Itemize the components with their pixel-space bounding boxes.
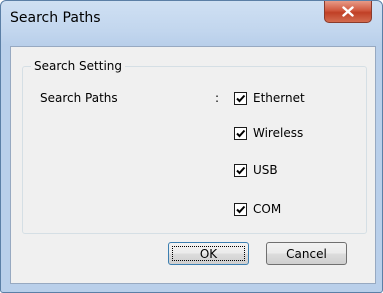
dialog-body: Search Setting Search Paths : Ethernet W… [10,46,376,284]
option-ethernet[interactable]: Ethernet [234,91,305,105]
cancel-button[interactable]: Cancel [266,242,347,265]
ok-button[interactable]: OK [168,242,249,265]
usb-checkbox[interactable] [234,163,247,177]
com-label: COM [253,202,282,216]
search-paths-label: Search Paths [40,91,118,105]
com-checkbox[interactable] [234,202,247,216]
close-button[interactable] [324,1,372,23]
label-separator: : [215,91,220,105]
checkmark-icon [236,129,246,137]
option-wireless[interactable]: Wireless [234,126,303,140]
option-com[interactable]: COM [234,202,281,216]
ethernet-checkbox[interactable] [234,91,247,105]
checkmark-icon [236,166,246,174]
usb-label: USB [253,163,278,177]
checkmark-icon [236,205,246,213]
focus-ring [172,246,245,261]
window-title: Search Paths [10,10,101,26]
wireless-label: Wireless [253,126,304,140]
cancel-label: Cancel [286,246,327,261]
dialog-window: Search Paths Search Setting Search Paths… [0,0,383,293]
checkmark-icon [236,94,246,102]
close-icon [342,6,354,17]
wireless-checkbox[interactable] [234,126,247,140]
group-title: Search Setting [31,59,126,73]
ethernet-label: Ethernet [253,91,305,105]
option-usb[interactable]: USB [234,163,278,177]
